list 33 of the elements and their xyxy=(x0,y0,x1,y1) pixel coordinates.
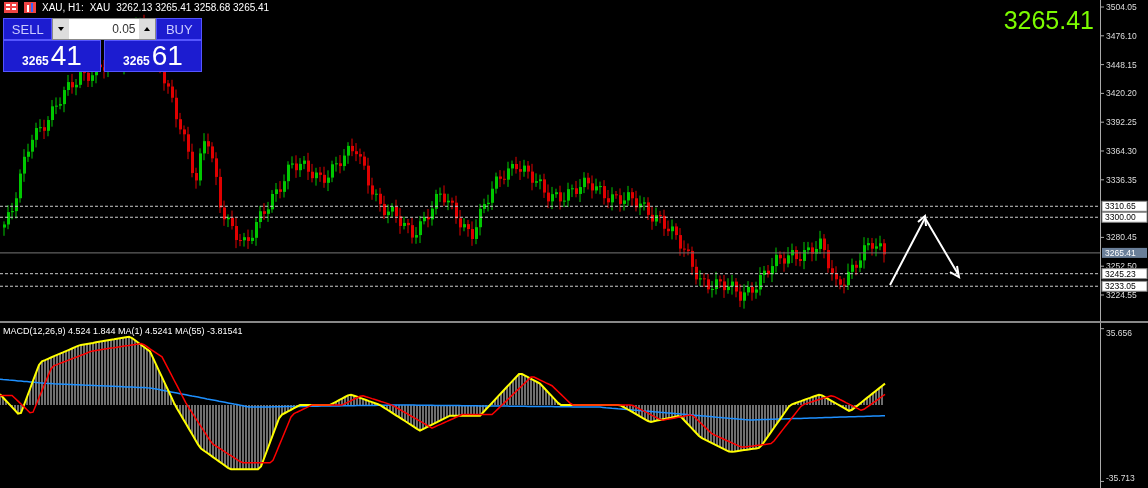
price-axis-label: 3504.05 xyxy=(1106,2,1137,12)
arrow-drawing xyxy=(889,214,961,286)
price-axis-label: 3448.15 xyxy=(1106,59,1137,70)
current-price-display: 3265.41 xyxy=(1003,6,1094,35)
chart-grid-icon[interactable] xyxy=(4,2,18,13)
sell-price-button[interactable]: 326541 xyxy=(3,40,101,72)
increase-button[interactable] xyxy=(139,19,156,39)
price-level-label: 3310.65 xyxy=(1101,200,1148,212)
macd-axis-label: 35.656 xyxy=(1106,327,1132,338)
macd-legend: MACD(12,26,9) 4.524 1.844 MA(1) 4.5241 MA(55) -3.81541 xyxy=(3,326,243,336)
price-level-label: 3300.00 xyxy=(1101,211,1148,223)
price-level-label: 3245.23 xyxy=(1101,268,1148,280)
down-caret-icon xyxy=(58,27,65,31)
ohlc-values: 3262.13 3265.41 3258.68 3265.41 xyxy=(116,2,270,13)
price-axis-label: 3224.55 xyxy=(1106,290,1137,300)
sell-button[interactable]: SELL xyxy=(3,18,53,40)
price-axis-label: 3476.10 xyxy=(1106,30,1137,41)
price-level-label: 3233.05 xyxy=(1101,280,1148,292)
price-axis-label: 3364.30 xyxy=(1106,146,1137,156)
price-axis-label: 3420.20 xyxy=(1106,88,1137,99)
macd-axis-label: -35.713 xyxy=(1106,473,1135,484)
chart-title: XAU, H1: xyxy=(42,2,84,13)
symbol-name: XAU xyxy=(89,2,111,13)
current-price-label: 3265.41 xyxy=(1102,247,1147,258)
lot-size-stepper[interactable]: 0.05 xyxy=(52,18,157,40)
buy-button[interactable]: BUY xyxy=(156,18,202,40)
decrease-button[interactable] xyxy=(53,19,70,39)
bar-chart-icon[interactable] xyxy=(24,2,36,13)
price-axis-label: 3392.25 xyxy=(1106,117,1137,128)
price-axis-label: 3336.35 xyxy=(1106,174,1137,185)
price-axis-label: 3280.45 xyxy=(1106,232,1137,243)
up-caret-icon xyxy=(144,27,151,31)
buy-price-button[interactable]: 3265 61 xyxy=(104,40,202,72)
